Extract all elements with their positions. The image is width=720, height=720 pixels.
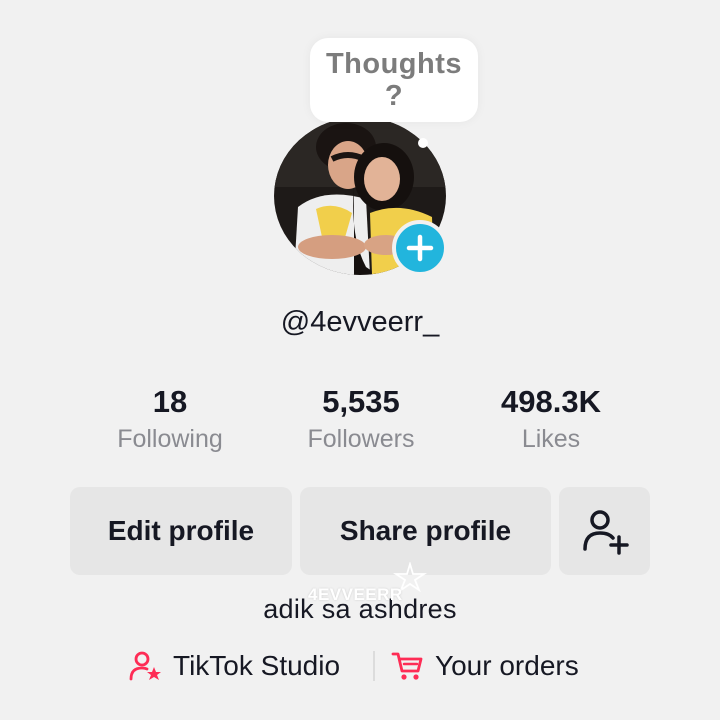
plus-icon — [406, 234, 434, 262]
stat-likes[interactable]: 498.3K Likes — [461, 380, 641, 454]
username: @4evveerr_ — [280, 306, 440, 338]
creator-star-icon — [129, 651, 161, 681]
stat-followers[interactable]: 5,535 Followers — [271, 380, 451, 454]
add-avatar-button[interactable] — [392, 220, 448, 276]
cart-icon — [391, 652, 423, 680]
profile-note-bubble[interactable]: Thoughts ? — [310, 38, 478, 122]
followers-label: Followers — [307, 425, 415, 453]
add-friend-button[interactable] — [559, 487, 650, 575]
add-user-icon — [582, 510, 629, 555]
watermark-text: 4EVVEERR — [308, 585, 403, 604]
following-label: Following — [117, 425, 223, 453]
your-orders-label: Your orders — [435, 650, 579, 681]
followers-count: 5,535 — [322, 384, 400, 419]
likes-count: 498.3K — [501, 384, 601, 419]
tiktok-studio-label: TikTok Studio — [173, 650, 341, 681]
note-bubble-tail — [418, 138, 428, 148]
note-text-line1: Thoughts — [325, 48, 463, 80]
note-text-line2: ? — [384, 80, 404, 112]
your-orders-link[interactable]: Your orders — [391, 646, 579, 686]
likes-label: Likes — [521, 425, 581, 453]
links-divider — [373, 651, 375, 681]
tiktok-studio-link[interactable]: TikTok Studio — [129, 646, 340, 686]
stat-following[interactable]: 18 Following — [80, 380, 260, 454]
edit-profile-button[interactable]: Edit profile — [70, 487, 292, 575]
following-count: 18 — [152, 384, 188, 419]
